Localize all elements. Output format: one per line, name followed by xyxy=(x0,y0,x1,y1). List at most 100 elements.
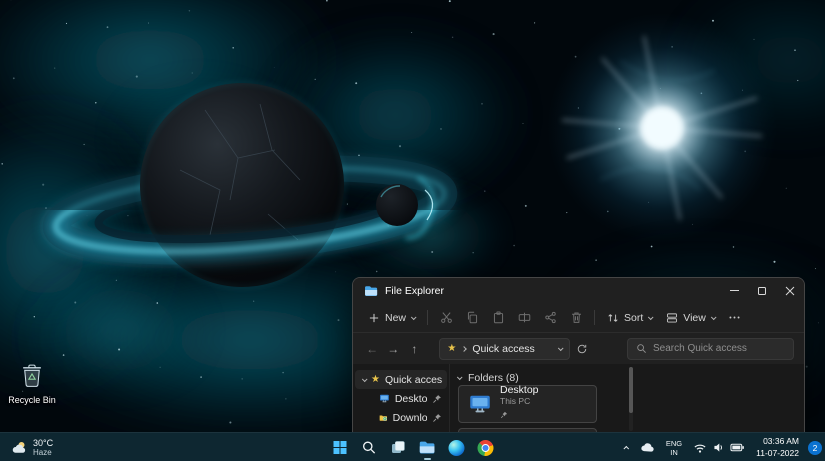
minimize-button[interactable] xyxy=(720,278,748,303)
clock[interactable]: 03:36 AM 11-07-2022 xyxy=(751,435,804,461)
weather-icon xyxy=(12,441,26,453)
tile-text: Desktop This PC xyxy=(500,384,539,424)
file-explorer-taskbar-button[interactable] xyxy=(414,435,440,461)
new-button[interactable]: New xyxy=(361,308,422,328)
sidebar-item-label: Downloads xyxy=(392,411,427,424)
tray-date: 11-07-2022 xyxy=(756,447,799,458)
edge-icon xyxy=(448,439,464,456)
paste-icon xyxy=(493,311,503,324)
paste-button[interactable] xyxy=(485,306,511,330)
window-title: File Explorer xyxy=(385,284,444,297)
search-icon xyxy=(362,441,376,454)
tile-location: This PC xyxy=(500,395,531,406)
search-box[interactable] xyxy=(626,337,794,360)
chrome-icon xyxy=(477,439,493,456)
quick-access-star-icon: ★ xyxy=(447,342,457,354)
notification-badge[interactable]: 2 xyxy=(808,440,822,455)
folder-tile-desktop[interactable]: Desktop This PC xyxy=(458,384,597,424)
maximize-button[interactable] xyxy=(748,278,776,303)
sort-button[interactable]: Sort xyxy=(600,308,659,328)
chevron-down-icon xyxy=(710,313,717,320)
search-icon xyxy=(637,344,646,353)
sort-icon xyxy=(608,313,618,322)
close-button[interactable] xyxy=(776,278,804,303)
recycle-bin[interactable]: Recycle Bin xyxy=(5,362,59,405)
taskbar-center-icons xyxy=(327,433,498,461)
sort-label: Sort xyxy=(624,311,644,324)
speaker-icon xyxy=(714,443,723,452)
wifi-icon xyxy=(694,444,706,453)
delete-button[interactable] xyxy=(563,306,589,330)
toolbar-separator xyxy=(594,310,596,325)
file-explorer-window: File Explorer New Sort View ← → ↑ ★ Quic… xyxy=(352,277,805,432)
copy-icon xyxy=(467,311,477,324)
chevron-down-icon xyxy=(648,313,654,320)
view-label: View xyxy=(683,311,706,324)
up-button[interactable]: ↑ xyxy=(405,339,423,359)
language-label: ENG xyxy=(665,438,683,448)
view-button[interactable]: View xyxy=(659,308,722,328)
maximize-icon xyxy=(758,286,766,295)
cut-button[interactable] xyxy=(433,306,459,330)
chrome-taskbar-button[interactable] xyxy=(472,435,498,461)
tray-time: 03:36 AM xyxy=(763,436,799,447)
cloud-icon xyxy=(641,443,654,452)
language-indicator[interactable]: ENG IN xyxy=(661,435,687,461)
chevron-down-icon xyxy=(410,313,417,320)
window-body: ★ Quick access Desktop xyxy=(353,364,804,432)
scrollbar-thumb[interactable] xyxy=(629,367,633,413)
desktop-screen: Recycle Bin File Explorer New Sort View … xyxy=(0,0,825,461)
quick-settings-button[interactable] xyxy=(688,435,750,461)
share-button[interactable] xyxy=(537,306,563,330)
chevron-down-icon xyxy=(361,375,368,382)
weather-widget[interactable]: 30°C Haze xyxy=(2,433,62,461)
downloads-icon xyxy=(379,415,387,421)
copy-button[interactable] xyxy=(459,306,485,330)
sidebar-item-label: Quick access xyxy=(384,373,442,386)
sidebar-item-desktop[interactable]: Desktop xyxy=(355,389,447,408)
sidebar-item-downloads[interactable]: Downloads xyxy=(355,408,447,427)
breadcrumb-location: Quick access xyxy=(472,342,535,355)
task-view-button[interactable] xyxy=(385,435,411,461)
refresh-button[interactable] xyxy=(573,339,592,359)
refresh-icon xyxy=(578,344,587,353)
more-options-button[interactable] xyxy=(722,306,748,330)
chevron-up-icon xyxy=(623,445,629,452)
edge-taskbar-button[interactable] xyxy=(443,435,469,461)
back-button[interactable]: ← xyxy=(363,339,381,359)
start-button[interactable] xyxy=(327,435,353,461)
ellipsis-icon xyxy=(729,316,740,319)
taskbar: 30°C Haze ENG IN 03:36 AM 11-07-2022 2 xyxy=(0,432,825,461)
cut-icon xyxy=(440,312,452,323)
onedrive-button[interactable] xyxy=(635,435,660,461)
hidden-icons-button[interactable] xyxy=(620,435,634,461)
folders-section-header[interactable]: Folders (8) xyxy=(456,370,567,385)
navigation-pane: ★ Quick access Desktop xyxy=(353,364,450,432)
weather-condition: Haze xyxy=(33,447,52,457)
window-controls xyxy=(720,278,804,303)
quick-access-star-icon: ★ xyxy=(371,373,380,385)
view-icon xyxy=(667,312,678,323)
sidebar-item-label: Desktop xyxy=(394,392,427,405)
minimize-icon xyxy=(729,290,739,291)
scrollbar[interactable] xyxy=(629,367,633,431)
content-pane: Folders (8) Desktop This PC xyxy=(450,364,804,432)
windows-logo-icon xyxy=(333,440,347,455)
region-label: IN xyxy=(670,447,678,457)
titlebar[interactable]: File Explorer xyxy=(353,278,804,303)
toolbar-separator xyxy=(427,310,429,325)
search-input[interactable] xyxy=(652,343,785,354)
sidebar-item-quick-access[interactable]: ★ Quick access xyxy=(355,370,447,389)
search-taskbar-button[interactable] xyxy=(356,435,382,461)
delete-icon xyxy=(571,312,581,323)
plus-icon xyxy=(369,313,379,322)
breadcrumb[interactable]: ★ Quick access xyxy=(439,337,570,360)
pin-icon xyxy=(433,413,441,422)
rename-button[interactable] xyxy=(511,306,537,330)
chevron-right-icon xyxy=(461,345,468,352)
recycle-bin-icon xyxy=(23,364,41,387)
forward-button[interactable]: → xyxy=(384,339,402,359)
pin-icon xyxy=(433,394,441,403)
pin-icon xyxy=(500,411,508,419)
rename-icon xyxy=(518,312,530,323)
